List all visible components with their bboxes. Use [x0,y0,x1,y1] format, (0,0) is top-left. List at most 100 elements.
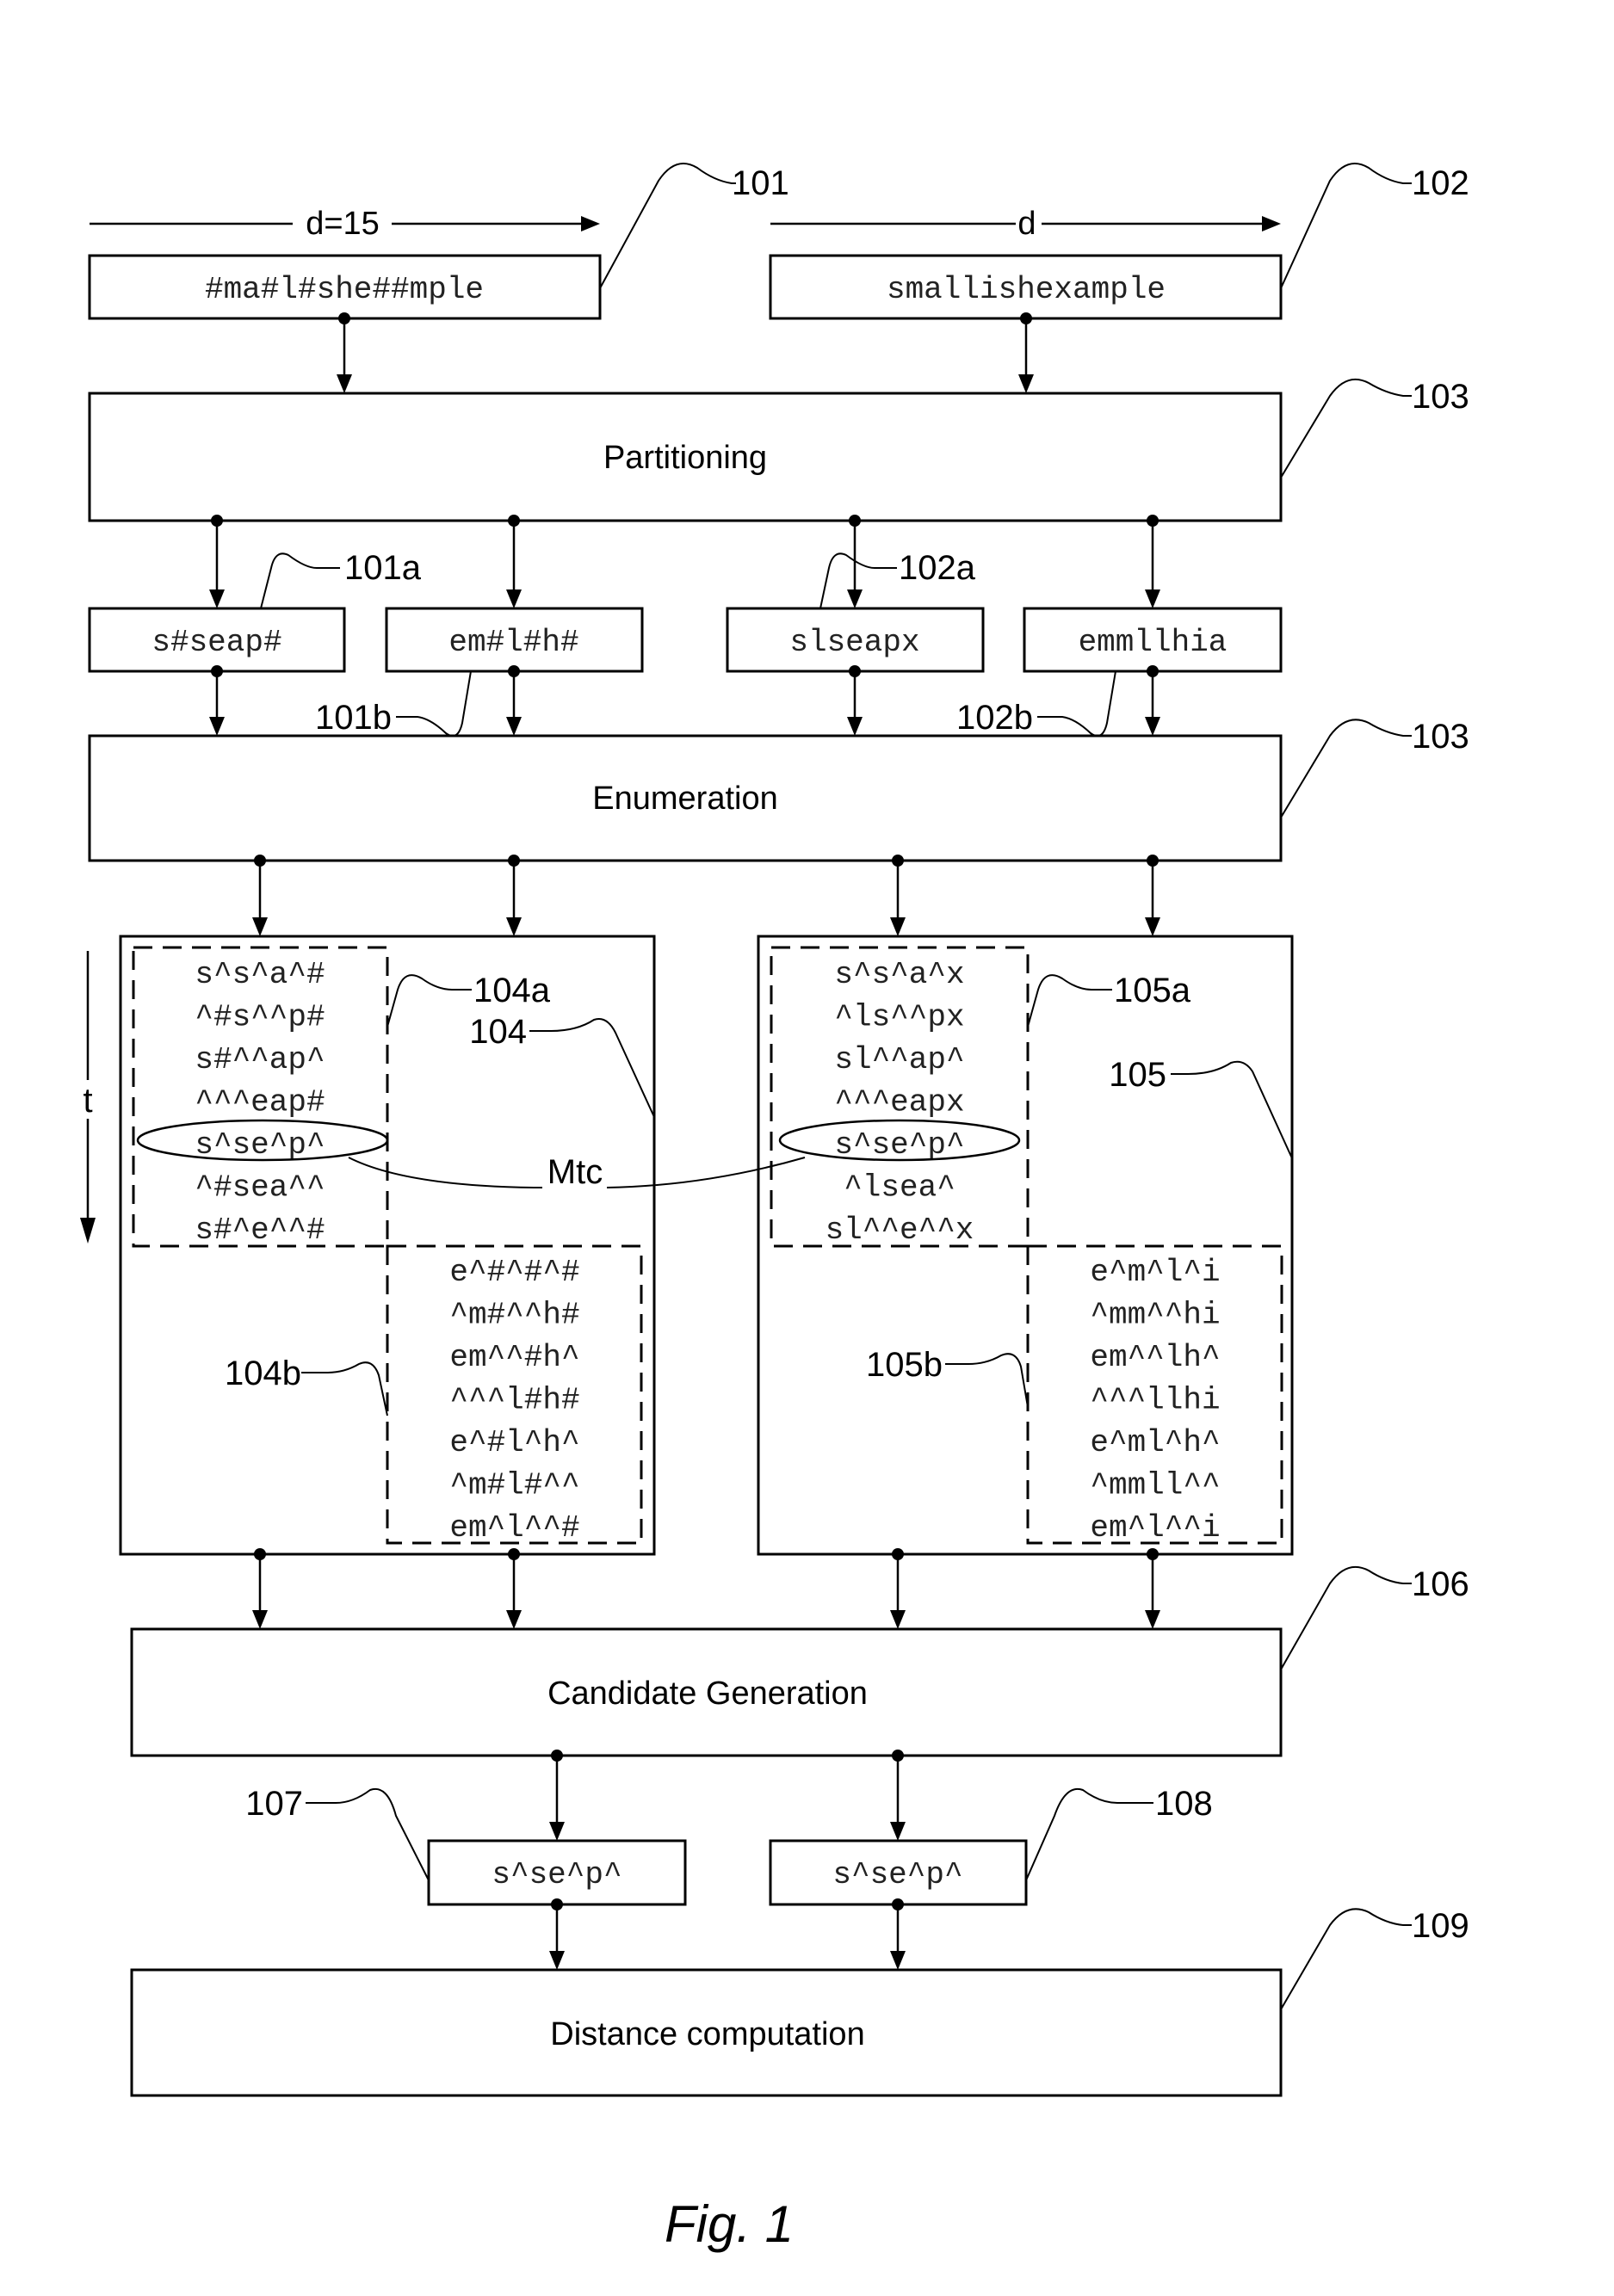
ref-label-101: 101 [732,164,789,202]
enumeration-label: Enumeration [592,781,777,817]
arrowhead-icon [1145,717,1160,736]
enumeration-item: ^mmll^^ [1090,1468,1220,1503]
ref-label-101b: 101b [315,699,392,737]
ref-label-108: 108 [1155,1785,1213,1823]
ref-label-107: 107 [245,1785,303,1823]
arrowhead-icon [506,717,522,736]
enumeration-item: s#^e^^# [195,1213,325,1248]
connectors-inputs [337,312,1034,393]
arrowhead-icon [1145,589,1160,608]
arrowhead-icon [890,1951,906,1970]
enumeration-item: ^lsea^ [844,1170,955,1206]
arrowhead-icon [549,1951,565,1970]
candidate-text-108: s^se^p^ [832,1857,962,1892]
step-distance-computation: Distance computation 109 [130,1907,1469,2097]
enumeration-item: ^ls^^px [834,1000,964,1035]
enumeration-item: s^se^p^ [834,1127,964,1163]
enumeration-item: s^s^a^# [195,957,325,992]
arrowhead-icon [209,589,225,608]
arrowhead-icon [506,917,522,936]
leader-line-107 [306,1787,430,1881]
ref-label-102a: 102a [899,549,976,587]
step-enumeration: Enumeration 103 [88,718,1469,862]
arrowhead-icon [890,1822,906,1841]
candidate-text-107: s^se^p^ [492,1857,621,1892]
step-partitioning: Partitioning 103 [88,378,1469,522]
enumeration-item: e^m^l^i [1090,1255,1220,1290]
enumeration-item: ^mm^^hi [1090,1298,1220,1333]
arrowhead-icon [847,589,863,608]
enumeration-item: ^^^llhi [1090,1383,1220,1418]
enumeration-item: sl^^e^^x [826,1213,974,1248]
enumeration-item: e^ml^h^ [1090,1425,1220,1460]
enumeration-item: em^^lh^ [1090,1340,1220,1375]
enumeration-item: em^^#h^ [449,1340,579,1375]
candidate-boxes: s^se^p^ s^se^p^ 107 108 [245,1785,1213,1906]
time-axis: t [80,951,96,1244]
figure-caption: Fig. 1 [665,2195,794,2253]
enumeration-right: s^s^a^x ^ls^^px sl^^ap^ ^^^eapx s^se^p^ ^lsea… [757,935,1294,1556]
length-label-right: d [1017,206,1036,242]
ref-label-101a: 101a [344,549,422,587]
arrowhead-icon [506,589,522,608]
arrowhead-icon [847,717,863,736]
leader-line-103a [1280,379,1412,478]
ref-label-105a: 105a [1114,972,1191,1009]
ref-label-104a: 104a [473,972,551,1009]
input-string-right: smallishexample [887,272,1166,307]
enumeration-item: s^s^a^x [834,957,964,992]
leader-line-101b [396,670,472,737]
arrowhead-icon [80,1218,96,1244]
leader-line-101 [599,163,736,289]
ref-label-104: 104 [469,1013,527,1051]
arrowhead-icon [506,1610,522,1629]
ref-label-enumeration: 103 [1412,718,1469,756]
ref-label-109: 109 [1412,1907,1469,1945]
arrowhead-icon [549,1822,565,1841]
partition-text-102b: emmllhia [1079,625,1228,660]
list-104b: e^#^#^# ^m#^^h# em^^#h^ ^^^l#h# e^#l^h^ ^m#l#… [449,1255,579,1546]
enumeration-left: s^s^a^# ^#s^^p# s#^^ap^ ^^^eap# s^se^p^ ^#sea… [119,935,656,1556]
leader-line-102a [819,552,897,609]
candidate-generation-label: Candidate Generation [547,1676,868,1712]
enumeration-item: em^l^^# [449,1510,579,1546]
partition-boxes: s#seap# em#l#h# slseapx emmllhia 101a 10… [88,549,1283,737]
step-candidate-generation: Candidate Generation 106 [130,1565,1469,1757]
match-label: Mtc [547,1153,603,1191]
length-label-left: d=15 [306,206,380,242]
partition-text-101b: em#l#h# [448,625,578,660]
arrowhead-icon [1262,216,1281,231]
arrowhead-icon [1145,1610,1160,1629]
enumeration-item: sl^^ap^ [834,1042,964,1077]
enumeration-item: em^l^^i [1090,1510,1220,1546]
arrowhead-icon [337,374,352,393]
method-flow-diagram: d=15 #ma#l#she##mple 101 d smallishexamp… [80,163,1469,2253]
ref-label-104b: 104b [225,1355,301,1392]
leader-line-108 [1025,1787,1153,1881]
list-105b: e^m^l^i ^mm^^hi em^^lh^ ^^^llhi e^ml^h^ ^mmll… [1090,1255,1220,1546]
arrowhead-icon [1145,917,1160,936]
enumeration-item: ^^^eap# [195,1085,325,1120]
enumeration-item: ^^^l#h# [449,1383,579,1418]
enumeration-item: ^#s^^p# [195,1000,325,1035]
enumeration-item: ^m#l#^^ [449,1468,579,1503]
ref-label-106: 106 [1412,1565,1469,1603]
partition-text-101a: s#seap# [152,625,281,660]
list-104a: s^s^a^# ^#s^^p# s#^^ap^ ^^^eap# s^se^p^ ^#sea… [195,957,325,1248]
time-axis-label: t [83,1082,92,1120]
input-right-group: d smallishexample 102 [769,163,1469,320]
arrowhead-icon [890,917,906,936]
enumeration-item: ^^^eapx [834,1085,964,1120]
list-105a: s^s^a^x ^ls^^px sl^^ap^ ^^^eapx s^se^p^ ^lsea… [826,957,974,1248]
ref-label-102b: 102b [956,699,1033,737]
arrowhead-icon [1018,374,1034,393]
leader-line-103b [1280,719,1412,818]
ref-label-105b: 105b [866,1346,943,1384]
leader-line-102b [1037,670,1116,737]
enumeration-item: s^se^p^ [195,1127,325,1163]
arrowhead-icon [890,1610,906,1629]
partitioning-label: Partitioning [603,440,767,476]
leader-line-109 [1280,1908,1412,2010]
enumeration-item: s#^^ap^ [195,1042,325,1077]
ref-label-105: 105 [1109,1056,1166,1094]
